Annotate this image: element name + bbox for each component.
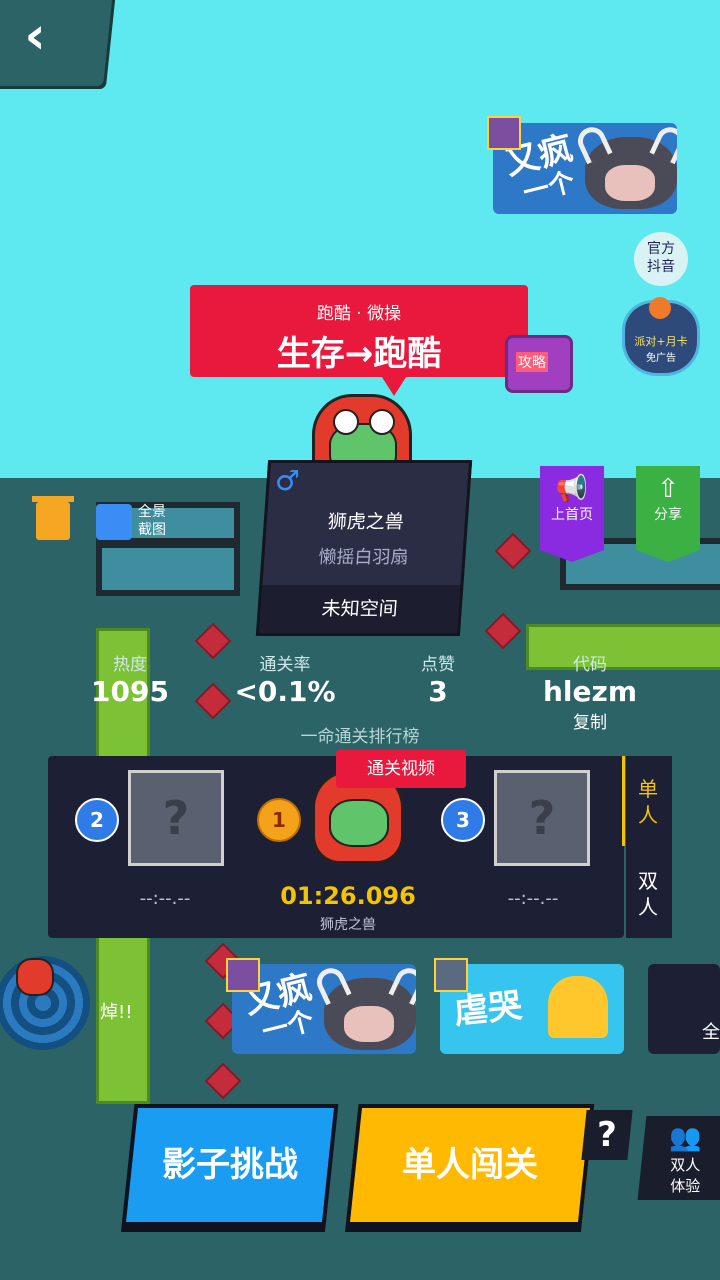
bull-illustration [585,137,677,209]
player-mini-avatar [16,958,54,996]
rank-3-time: --:--.-- [507,888,559,909]
crying-character-illustration [548,976,608,1038]
guide-tv-button[interactable]: 攻略 [505,335,573,393]
creator-motto: 懒摇白羽扇 [317,547,410,568]
creator-name: 狮虎之兽 [327,511,405,533]
shadow-challenge-label: 影子挑战 [162,1145,298,1185]
leaderboard-tabs: 单人 双人 [622,756,672,938]
no-ads-line1: 派对+月卡 [634,335,688,348]
leaderboard-title: 一命通关排行榜 [300,727,420,747]
level-title: 生存→跑酷 [276,334,442,374]
homepage-button[interactable]: 📢 上首页 [540,466,604,562]
guide-label: 攻略 [516,352,548,372]
unknown-player-icon: ? [162,791,190,845]
douyin-line2: 抖音 [647,259,675,275]
likes-stat: 点赞 3 [398,650,478,708]
male-gender-icon: ♂ [275,464,301,497]
no-ads-badge[interactable]: 派对+月卡 免广告 [622,297,700,376]
wall-block [96,542,240,596]
bull-illustration [324,978,416,1050]
tab-duo[interactable]: 双人 [636,868,660,920]
two-people-icon: 👥 [669,1123,702,1153]
rank-1-time: 01:26.096 [280,882,416,910]
heat-value: 1095 [91,675,169,708]
help-icon: ? [597,1115,617,1155]
code-value: hlezm [543,675,637,708]
screenshot-line2: 截图 [138,522,166,538]
douyin-line1: 官方 [647,241,675,257]
mascot-icon [649,297,671,319]
single-play-label: 单人闯关 [402,1145,538,1185]
trash-icon [32,496,74,502]
level-tags: 跑酷 · 微操 [316,304,402,324]
rank-1-name: 狮虎之兽 [320,917,376,933]
share-label: 分享 [654,507,682,523]
duo-line1: 双人 [670,1156,701,1174]
character-face [329,799,389,847]
creator-avatar-icon [226,958,260,992]
title-card-tail [380,374,408,396]
rank-1-badge: 1 [257,798,301,842]
rank-3-badge: 3 [441,798,485,842]
rank-2-avatar-placeholder[interactable]: ? [128,770,224,866]
unknown-player-icon: ? [528,791,556,845]
creator-avatar-icon [487,116,521,150]
level-title-card: 跑酷 · 微操 生存→跑酷 [190,285,528,377]
pass-rate-value: <0.1% [234,675,336,708]
tab-single[interactable]: 单人 [636,776,660,828]
panorama-screenshot-button[interactable]: 全景 截图 [96,504,176,544]
spike [484,612,522,650]
back-arrow-icon: ‹ [24,6,46,66]
pass-rate-label: 通关率 [259,655,311,675]
trash-button[interactable] [32,496,74,540]
heat-stat: 热度 1095 [80,650,180,708]
code-label: 代码 [573,655,607,675]
likes-value: 3 [428,675,448,708]
character-eye [333,409,359,435]
share-icon: ⇧ [657,474,679,504]
help-button[interactable]: ? [581,1110,633,1160]
creator-avatar-icon [434,958,468,992]
creator-space-button[interactable]: 未知空间 [259,585,461,633]
rec3-text: 全 [702,1022,720,1043]
character-eye [369,409,395,435]
back-button[interactable]: ‹ [0,0,113,86]
duo-experience-button[interactable]: 👥 双人 体验 [637,1116,720,1200]
shadow-challenge-button[interactable]: 影子挑战 [121,1104,339,1226]
tab-indicator [622,756,625,846]
official-douyin-button[interactable]: 官方 抖音 [634,232,688,286]
recommend-card-3[interactable]: 全 [648,964,720,1054]
spike [494,532,532,570]
rank-2-badge: 2 [75,798,119,842]
screenshot-line1: 全景 [138,504,166,520]
rank-3-avatar-placeholder[interactable]: ? [494,770,590,866]
clear-video-button[interactable]: 通关视频 [336,750,466,788]
no-ads-line2: 免广告 [646,353,676,364]
camera-icon [96,504,132,540]
megaphone-icon: 📢 [555,474,589,504]
single-play-button[interactable]: 单人闯关 [345,1104,595,1226]
spike [204,1062,242,1100]
rec2-text: 虐哭 [452,985,524,1033]
rank-2-time: --:--.-- [139,888,191,909]
level-code-stat[interactable]: 代码 hlezm 复制 [530,650,650,733]
pass-rate-stat: 通关率 <0.1% [225,650,345,708]
chat-shout: 焯!! [100,1002,133,1023]
duo-line2: 体验 [670,1177,701,1195]
heat-label: 热度 [113,655,147,675]
likes-label: 点赞 [421,655,455,675]
share-button[interactable]: ⇧ 分享 [636,466,700,562]
homepage-label: 上首页 [551,507,593,523]
